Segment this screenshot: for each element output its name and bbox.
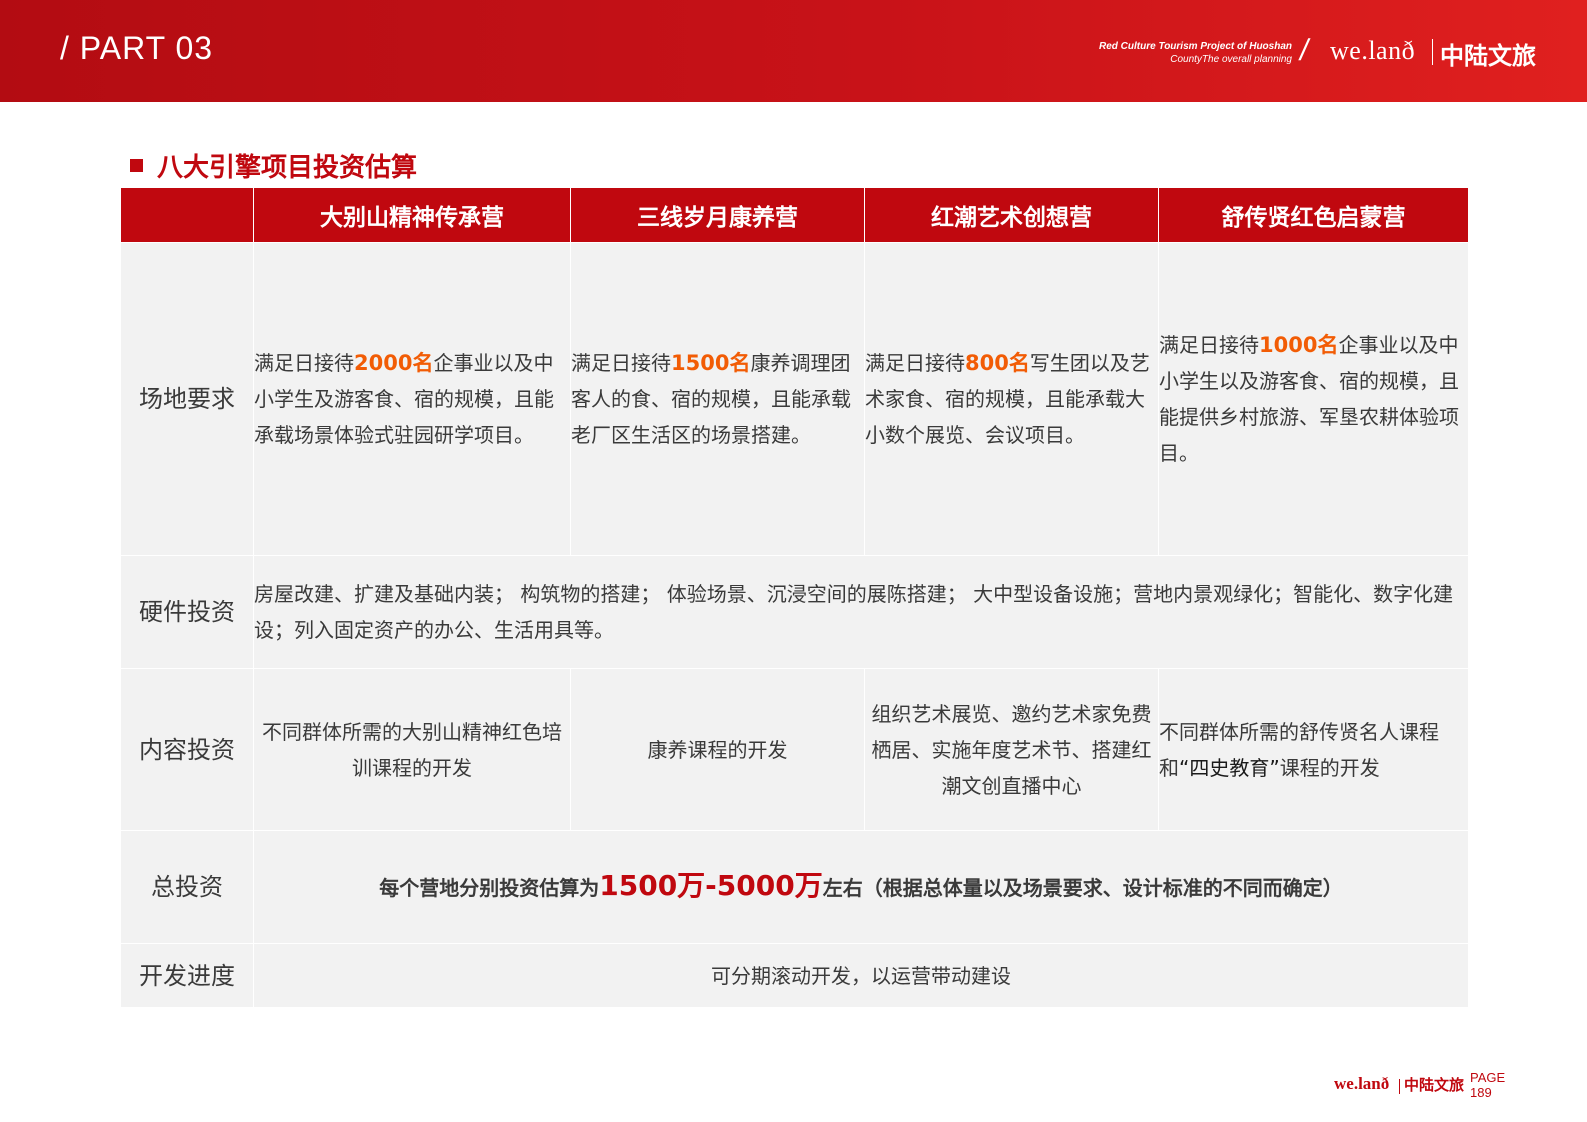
table-corner-cell [120,187,254,243]
page-number: 189 [1470,1085,1492,1100]
total-text-post: 左右（根据总体量以及场景要求、设计标准的不同而确定） [822,876,1343,900]
content-cell-1: 不同群体所需的大别山精神红色培训课程的开发 [253,668,571,831]
content-highlight: “四史教育” [1179,755,1280,780]
square-bullet-icon [130,159,143,172]
brand-name-cn: 中陆文旅 [1440,42,1536,70]
header-tagline: Red Culture Tourism Project of Huoshan C… [1060,40,1292,66]
site-highlight: 2000名 [354,351,434,375]
row-label-total: 总投资 [120,830,254,944]
section-title: 八大引擎项目投资估算 [157,153,418,183]
site-cell-4: 满足日接待1000名企事业以及中小学生以及游客食、宿的规模，且能提供乡村旅游、军… [1158,242,1469,556]
site-cell-1: 满足日接待2000名企事业以及中小学生及游客食、宿的规模，且能承载场景体验式驻园… [253,242,571,556]
content-cell-3: 组织艺术展览、邀约艺术家免费栖居、实施年度艺术节、搭建红潮文创直播中心 [864,668,1159,831]
table-row-content: 内容投资 不同群体所需的大别山精神红色培训课程的开发 康养课程的开发 组织艺术展… [120,668,1469,831]
page-label: PAGE [1470,1070,1506,1085]
tagline-line1: Red Culture Tourism Project of Huoshan [1099,41,1292,52]
footer-divider [1399,1079,1400,1094]
hardware-text: 房屋改建、扩建及基础内装； 构筑物的搭建； 体验场景、沉浸空间的展陈搭建； 大中… [253,555,1469,669]
site-highlight: 1500名 [671,351,751,375]
site-highlight: 800名 [965,351,1030,375]
site-text-pre: 满足日接待 [571,351,671,375]
header-bar: / PART 03 Red Culture Tourism Project of… [0,0,1587,102]
content-cell-4: 不同群体所需的舒传贤名人课程和“四史教育”课程的开发 [1158,668,1469,831]
footer-brand-cn: 中陆文旅 [1404,1076,1465,1094]
column-header-4: 舒传贤红色启蒙营 [1158,187,1469,243]
site-highlight: 1000名 [1259,333,1339,357]
brand-logo: we.lanð [1330,36,1416,65]
row-label-progress: 开发进度 [120,943,254,1008]
page-indicator: PAGE 189 [1470,1070,1505,1100]
table-row-hardware: 硬件投资 房屋改建、扩建及基础内装； 构筑物的搭建； 体验场景、沉浸空间的展陈搭… [120,555,1469,669]
table-row-total: 总投资 每个营地分别投资估算为1500万-5000万左右（根据总体量以及场景要求… [120,830,1469,944]
site-cell-2: 满足日接待1500名康养调理团客人的食、宿的规模，且能承载老厂区生活区的场景搭建… [570,242,865,556]
content-text-post: 课程的开发 [1279,755,1380,780]
table-row-progress: 开发进度 可分期滚动开发，以运营带动建设 [120,943,1469,1008]
site-text-pre: 满足日接待 [254,351,354,375]
table-row-site: 场地要求 满足日接待2000名企事业以及中小学生及游客食、宿的规模，且能承载场景… [120,242,1469,556]
section-heading: 八大引擎项目投资估算 [130,147,417,184]
site-text-pre: 满足日接待 [865,351,965,375]
part-label: / PART 03 [60,30,214,66]
tagline-line2: CountyThe overall planning [1170,54,1292,65]
table-header-row: 大别山精神传承营 三线岁月康养营 红潮艺术创想营 舒传贤红色启蒙营 [120,187,1469,243]
investment-table: 大别山精神传承营 三线岁月康养营 红潮艺术创想营 舒传贤红色启蒙营 场地要求 满… [120,187,1469,1008]
site-cell-3: 满足日接待800名写生团以及艺术家食、宿的规模，且能承载大小数个展览、会议项目。 [864,242,1159,556]
content-cell-2: 康养课程的开发 [570,668,865,831]
brand-divider [1432,39,1433,65]
column-header-2: 三线岁月康养营 [570,187,865,243]
header-slash: / [1297,34,1312,67]
total-text-pre: 每个营地分别投资估算为 [379,876,600,900]
footer-logo: we.lanð [1334,1074,1390,1093]
row-label-site: 场地要求 [120,242,254,556]
row-label-content: 内容投资 [120,668,254,831]
column-header-3: 红潮艺术创想营 [864,187,1159,243]
progress-text: 可分期滚动开发，以运营带动建设 [253,943,1469,1008]
row-label-hardware: 硬件投资 [120,555,254,669]
site-text-pre: 满足日接待 [1159,333,1259,357]
total-investment-text: 每个营地分别投资估算为1500万-5000万左右（根据总体量以及场景要求、设计标… [253,830,1469,944]
column-header-1: 大别山精神传承营 [253,187,571,243]
total-amount: 1500万-5000万 [599,869,823,902]
